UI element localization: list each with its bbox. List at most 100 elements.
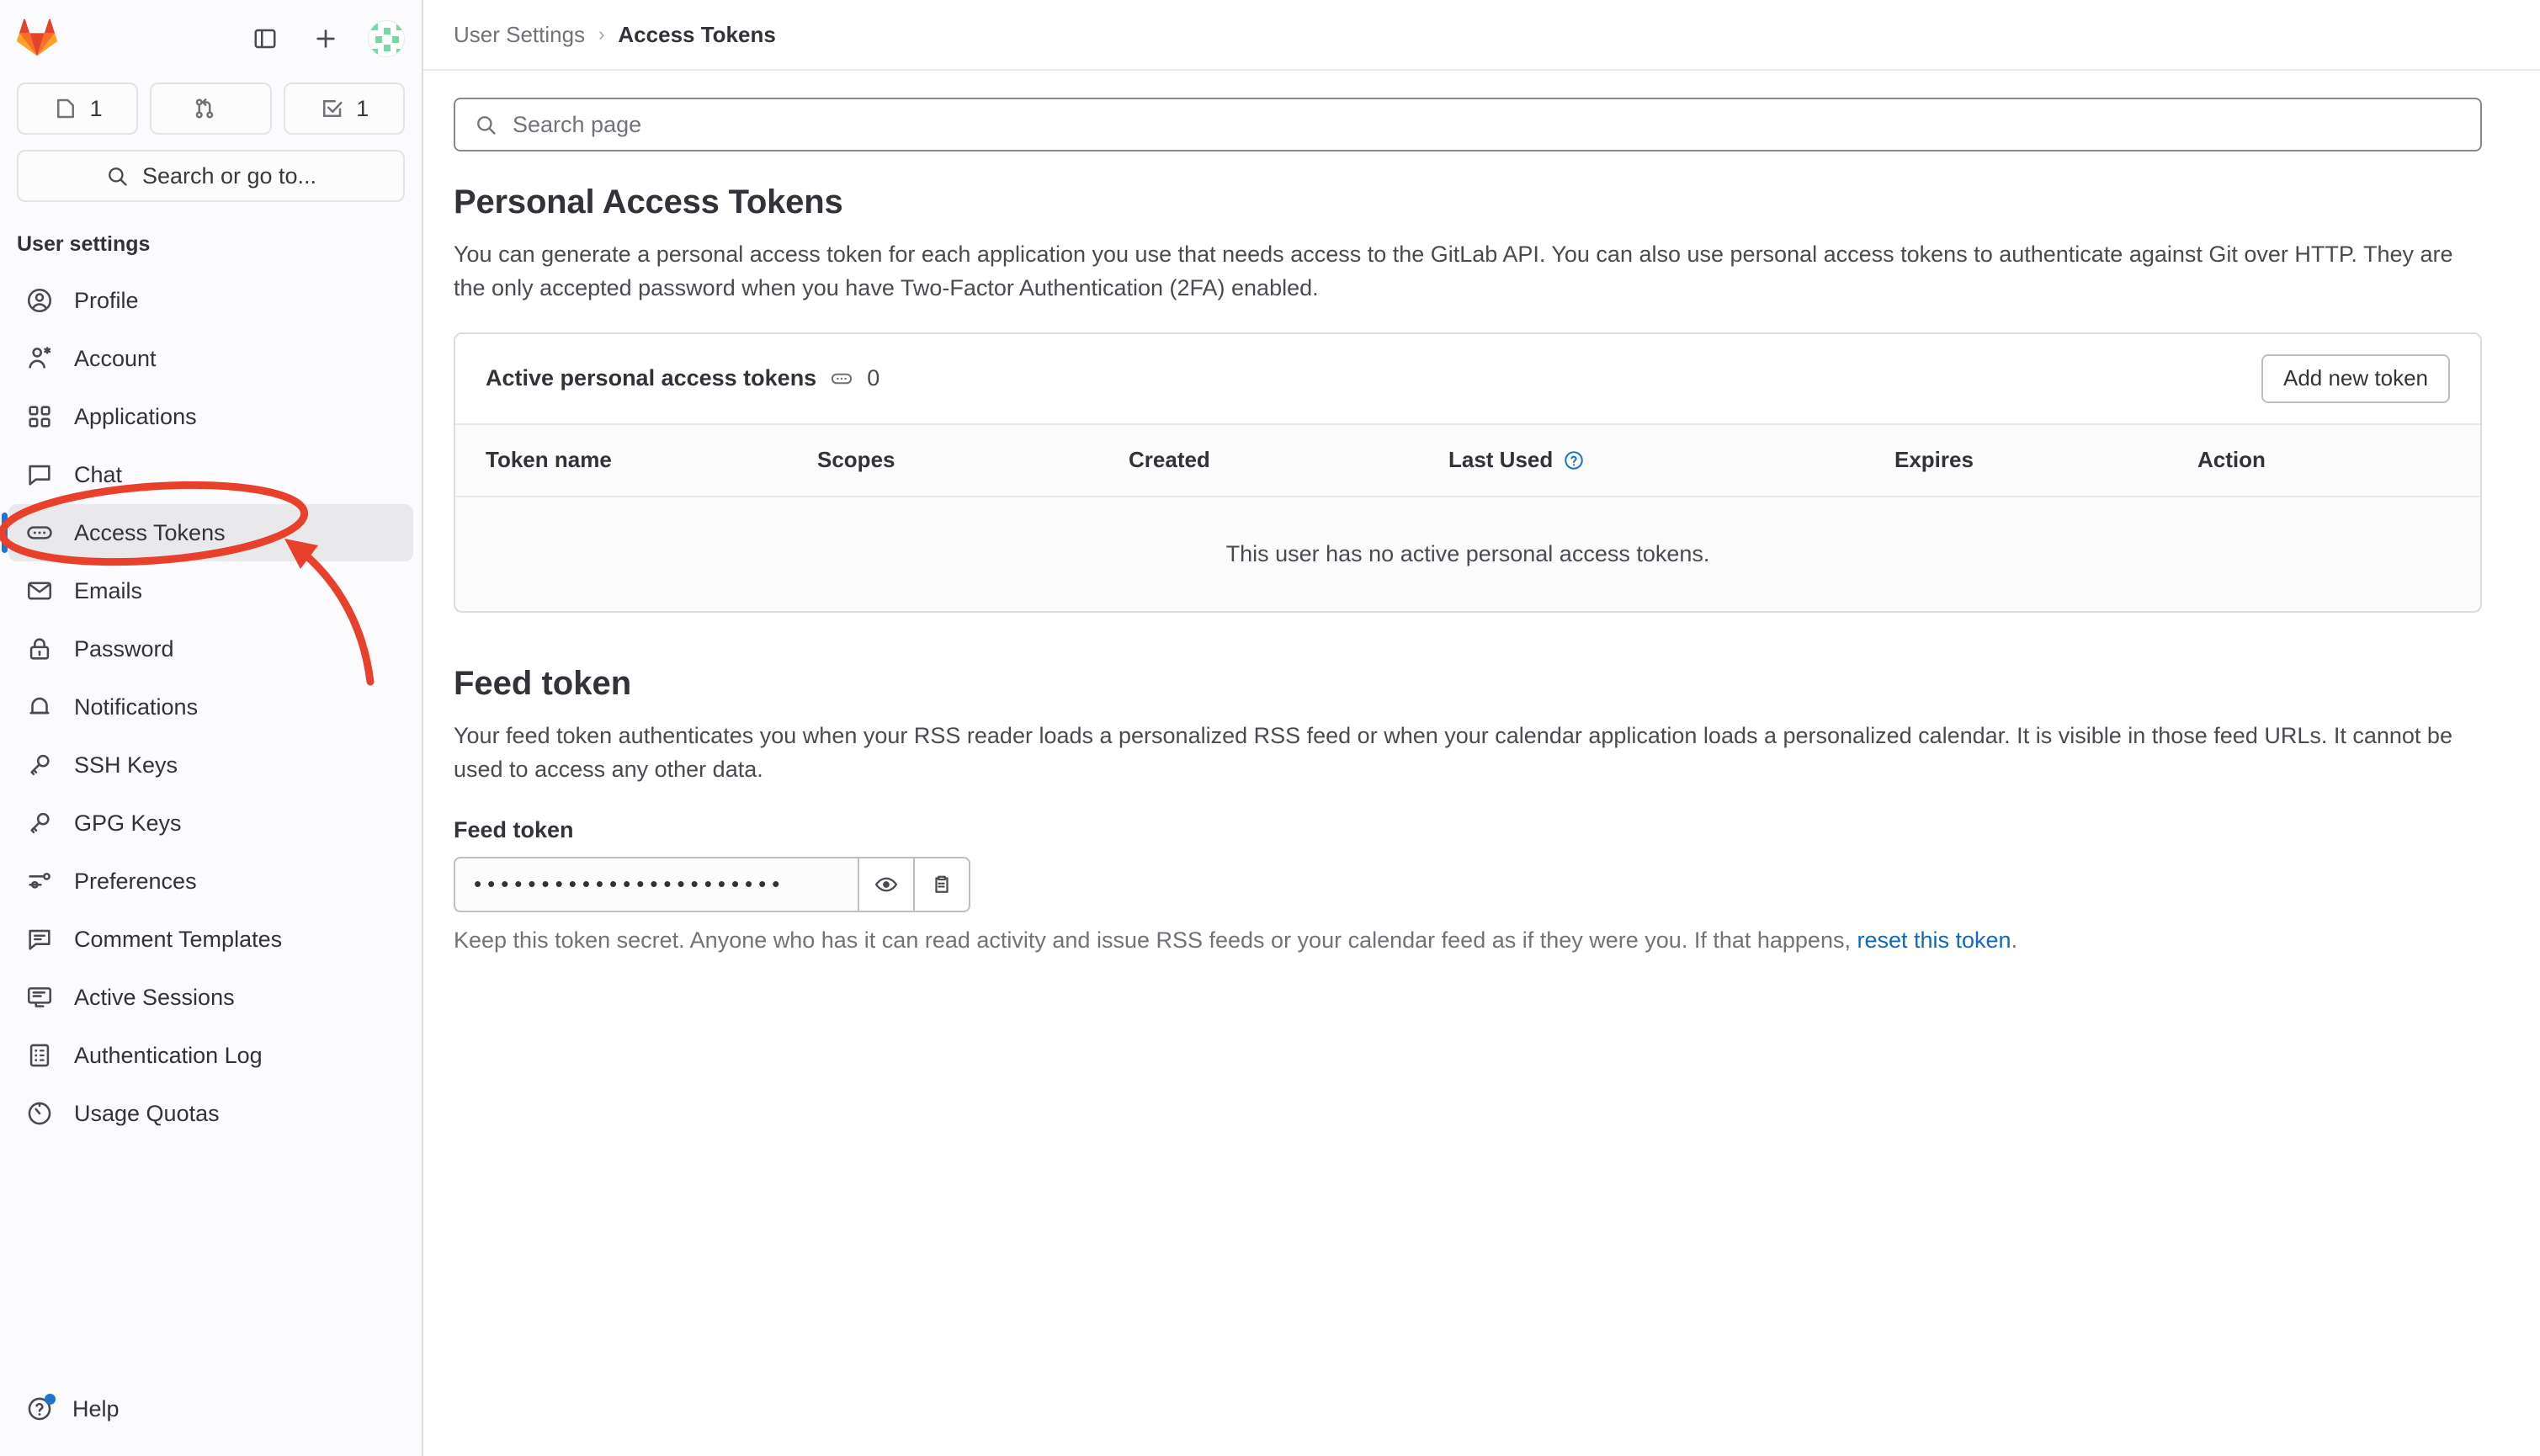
sidebar-item-notifications[interactable]: Notifications	[8, 678, 413, 736]
quota-icon	[28, 1102, 51, 1125]
tokens-header-row: Token name Scopes Created Last Used Expi…	[455, 422, 2480, 497]
sidebar-nav: Profile Account Applications Chat Access…	[0, 272, 422, 1142]
column-label: Created	[1129, 447, 1210, 473]
column-label: Expires	[1894, 447, 1974, 473]
tokens-table-body: This user has no active personal access …	[455, 496, 2480, 611]
help-button[interactable]: Help	[8, 1382, 413, 1436]
account-icon	[29, 347, 51, 369]
todos-icon	[323, 100, 343, 117]
column-label: Last Used	[1448, 447, 1554, 473]
token-icon	[27, 526, 52, 539]
sidebar-item-label: Password	[74, 635, 174, 662]
sidebar-header	[17, 13, 405, 64]
token-icon	[832, 373, 853, 385]
column-action: Action	[2197, 422, 2480, 497]
breadcrumb: User Settings › Access Tokens	[423, 0, 2540, 71]
sidebar-item-account[interactable]: Account	[8, 330, 413, 387]
help-notification-dot	[45, 1394, 56, 1405]
eye-icon	[875, 877, 897, 892]
monitor-icon	[27, 987, 52, 1007]
user-avatar[interactable]	[368, 20, 405, 57]
sidebar-item-gpg-keys[interactable]: GPG Keys	[8, 794, 413, 852]
reset-token-link[interactable]: reset this token	[1857, 927, 2011, 953]
active-tokens-count: 0	[867, 365, 880, 391]
feed-token-helper-prefix: Keep this token secret. Anyone who has i…	[454, 927, 1857, 953]
sidebar-item-label: Authentication Log	[74, 1042, 263, 1068]
feed-token-row: •••••••••••••••••••••••	[454, 856, 2510, 912]
empty-state-message: This user has no active personal access …	[455, 496, 2480, 611]
sidebar-item-label: Comment Templates	[74, 926, 283, 952]
sidebar-item-comment-templates[interactable]: Comment Templates	[8, 911, 413, 968]
tokens-table-head: Token name Scopes Created Last Used Expi…	[455, 422, 2480, 497]
breadcrumb-separator: ›	[598, 24, 605, 45]
reveal-token-button[interactable]	[859, 856, 915, 912]
column-label: Scopes	[817, 447, 895, 473]
sidebar: 1 1 Search or go to... User settings Pro…	[0, 0, 423, 1456]
column-scopes: Scopes	[817, 422, 1129, 497]
sidebar-item-label: Access Tokens	[74, 519, 226, 545]
breadcrumb-current: Access Tokens	[618, 21, 776, 47]
applications-icon	[29, 406, 50, 428]
sidebar-item-label: Profile	[74, 287, 139, 313]
copy-token-button[interactable]	[915, 856, 970, 912]
sidebar-item-label: Chat	[74, 461, 123, 487]
sidebar-search-button[interactable]: Search or go to...	[17, 150, 405, 202]
sidebar-item-authentication-log[interactable]: Authentication Log	[8, 1027, 413, 1084]
sidebar-item-label: Applications	[74, 403, 197, 429]
search-input[interactable]	[513, 111, 2462, 138]
column-label: Token name	[486, 447, 612, 473]
sidebar-item-label: GPG Keys	[74, 810, 182, 836]
sidebar-item-applications[interactable]: Applications	[8, 388, 413, 445]
empty-state-row: This user has no active personal access …	[455, 496, 2480, 611]
sidebar-item-password[interactable]: Password	[8, 620, 413, 678]
page-search-field[interactable]	[454, 98, 2482, 151]
column-last-used: Last Used	[1448, 422, 1894, 497]
issues-counter[interactable]: 1	[17, 82, 139, 135]
page-title: Personal Access Tokens	[454, 183, 843, 221]
profile-icon	[27, 288, 52, 313]
log-icon	[29, 1044, 50, 1067]
feed-token-helper-suffix: .	[2011, 927, 2018, 953]
sidebar-toggle-icon[interactable]	[247, 20, 284, 57]
gitlab-tanuki-logo[interactable]	[17, 19, 57, 59]
tokens-table: Token name Scopes Created Last Used Expi…	[455, 422, 2480, 611]
sidebar-item-label: Emails	[74, 577, 143, 603]
sidebar-item-label: Preferences	[74, 868, 197, 894]
sidebar-search-label: Search or go to...	[141, 162, 317, 189]
plus-icon[interactable]	[307, 20, 344, 57]
key-icon	[30, 754, 50, 776]
sidebar-item-preferences[interactable]: Preferences	[8, 853, 413, 910]
sidebar-item-usage-quotas[interactable]: Usage Quotas	[8, 1085, 413, 1142]
todos-count: 1	[356, 95, 369, 121]
merge-requests-icon	[196, 98, 214, 119]
search-icon	[109, 167, 127, 186]
feed-token-input[interactable]: •••••••••••••••••••••••	[454, 856, 859, 912]
todos-counter[interactable]: 1	[283, 82, 405, 135]
key-icon	[30, 812, 50, 834]
breadcrumb-parent[interactable]: User Settings	[454, 22, 585, 48]
sidebar-item-emails[interactable]: Emails	[8, 562, 413, 619]
issues-icon	[56, 98, 74, 119]
sidebar-item-access-tokens[interactable]: Access Tokens	[2, 504, 413, 561]
sidebar-item-ssh-keys[interactable]: SSH Keys	[8, 736, 413, 794]
add-new-token-button[interactable]: Add new token	[2261, 353, 2450, 403]
search-icon	[477, 116, 496, 135]
sidebar-section-title: User settings	[17, 232, 151, 256]
sidebar-item-label: Notifications	[74, 693, 199, 720]
active-tokens-card: Active personal access tokens 0 Add new …	[454, 332, 2482, 613]
help-icon[interactable]	[1563, 449, 1585, 471]
email-icon	[27, 582, 52, 600]
sidebar-item-chat[interactable]: Chat	[8, 446, 413, 503]
column-expires: Expires	[1894, 422, 2197, 497]
preferences-icon	[29, 872, 50, 889]
sidebar-item-label: SSH Keys	[74, 752, 178, 778]
main-content: User Settings › Access Tokens Personal A…	[423, 0, 2540, 1456]
merge-requests-counter[interactable]	[150, 82, 272, 135]
chat-icon	[29, 465, 50, 486]
sidebar-item-active-sessions[interactable]: Active Sessions	[8, 969, 413, 1026]
question-circle-icon	[25, 1394, 56, 1423]
sidebar-item-label: Usage Quotas	[74, 1100, 220, 1126]
gitlab-access-tokens-page: 1 1 Search or go to... User settings Pro…	[0, 0, 2540, 1456]
sidebar-item-profile[interactable]: Profile	[8, 272, 413, 329]
help-label: Help	[72, 1395, 120, 1421]
